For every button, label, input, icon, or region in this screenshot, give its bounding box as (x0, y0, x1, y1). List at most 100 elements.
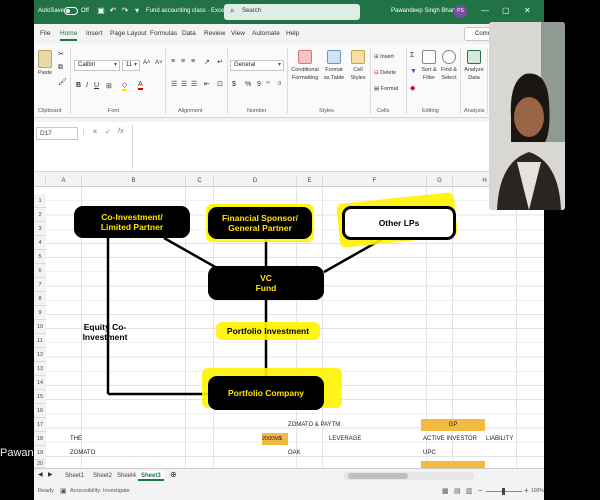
format-cells-button[interactable]: ▤ Format (374, 86, 398, 92)
accounting-format-icon[interactable]: $ (232, 81, 236, 88)
prev-sheet-icon[interactable]: ◀ (38, 471, 43, 478)
fill-color-icon[interactable]: ◇ (122, 81, 128, 91)
macro-record-icon[interactable]: ▣ (60, 487, 67, 495)
name-box-dropdown-icon[interactable]: ⋮ (80, 128, 87, 136)
find-select-button[interactable]: Find & Select (440, 50, 458, 82)
minimize-icon[interactable]: — (481, 6, 489, 15)
avatar[interactable]: PS (454, 5, 467, 18)
save-icon[interactable]: ▣ (96, 6, 106, 17)
horizontal-scrollbar[interactable] (344, 472, 474, 480)
tab-automate[interactable]: Automate (252, 30, 280, 37)
comma-style-icon[interactable]: 9 (257, 81, 261, 88)
tab-home[interactable]: Home (60, 30, 78, 41)
format-painter-icon[interactable]: 🖌 (58, 78, 67, 86)
copy-icon[interactable]: ⧉ (58, 64, 63, 72)
analyze-data-button[interactable]: Analyze Data (463, 50, 485, 82)
add-sheet-icon[interactable]: ⊕ (170, 470, 177, 479)
sheet-tab-sheet1[interactable]: Sheet1 (62, 471, 87, 481)
merge-center-icon[interactable]: ⊡ (217, 80, 223, 88)
sheet-tab-sheet2[interactable]: Sheet2 (90, 471, 115, 481)
borders-icon[interactable]: ⊞ (106, 82, 112, 90)
align-middle-icon[interactable]: ≡ (181, 58, 185, 65)
format-as-table-button[interactable]: Format as Table (322, 50, 346, 82)
decrease-decimal-icon[interactable]: .0 (277, 81, 281, 87)
increase-decimal-icon[interactable]: ⁰⁰ (266, 81, 270, 87)
cell-b18[interactable]: THE (70, 433, 82, 445)
tab-formulas[interactable]: Formulas (150, 30, 177, 37)
undo-icon[interactable]: ↶ (108, 6, 118, 17)
cell-e18[interactable]: 2000M$ (262, 433, 288, 445)
cell-f19[interactable]: OAK (288, 447, 301, 459)
tab-help[interactable]: Help (286, 30, 299, 37)
close-icon[interactable]: ✕ (524, 6, 531, 15)
page-break-view-icon[interactable]: ▥ (466, 487, 473, 495)
align-top-icon[interactable]: ≡ (171, 58, 175, 65)
align-center-icon[interactable]: ☰ (181, 80, 187, 88)
align-right-icon[interactable]: ☰ (191, 80, 197, 88)
wrap-text-icon[interactable]: ↵ (217, 58, 223, 66)
tab-view[interactable]: View (231, 30, 245, 37)
autosum-icon[interactable]: Σ (410, 52, 414, 59)
enter-icon[interactable]: ✓ (105, 128, 111, 136)
cell-h20[interactable] (421, 461, 485, 468)
font-size-select[interactable]: 11 (122, 60, 140, 71)
function-icon[interactable]: fx (118, 128, 123, 135)
underline-icon[interactable]: U (94, 82, 99, 89)
cell-h17[interactable]: GP (421, 419, 485, 431)
next-sheet-icon[interactable]: ▶ (48, 471, 53, 478)
scrollbar-thumb[interactable] (348, 473, 408, 479)
cell-styles-button[interactable]: Cell Styles (348, 50, 368, 82)
font-color-icon[interactable]: A (138, 81, 143, 90)
number-format-select[interactable]: General (230, 60, 284, 71)
conditional-formatting-button[interactable]: Conditional Formatting (290, 50, 320, 82)
zoom-slider-thumb[interactable] (502, 488, 505, 495)
cell-h18[interactable]: ACTIVE INVESTOR (423, 433, 477, 445)
cut-icon[interactable]: ✂ (58, 50, 64, 58)
autosave-toggle[interactable] (64, 7, 78, 15)
decrease-font-icon[interactable]: A˅ (155, 60, 163, 66)
cell-h19[interactable]: UPC (423, 447, 436, 459)
align-left-icon[interactable]: ☰ (171, 80, 177, 88)
increase-font-icon[interactable]: A˄ (143, 60, 151, 66)
worksheet-grid[interactable]: A B C D E F G H 1 2 3 4 5 6 7 8 9 10 11 … (34, 176, 544, 468)
normal-view-icon[interactable]: ▦ (442, 487, 449, 495)
accessibility-status[interactable]: Accessibility: Investigate (70, 488, 130, 494)
delete-cells-button[interactable]: ⊟ Delete (374, 70, 396, 76)
cell-b19[interactable]: ZOMATO (70, 447, 95, 459)
indent-icon[interactable]: ⇤ (204, 80, 210, 88)
zoom-level[interactable]: 100% (531, 488, 544, 494)
zoom-out-icon[interactable]: − (478, 486, 483, 495)
name-box[interactable]: D17 (36, 127, 78, 140)
cancel-icon[interactable]: ✕ (92, 128, 98, 136)
page-layout-view-icon[interactable]: ▤ (454, 487, 461, 495)
zoom-in-icon[interactable]: + (524, 486, 529, 495)
tab-review[interactable]: Review (204, 30, 225, 37)
align-bottom-icon[interactable]: ≡ (191, 58, 195, 65)
orientation-icon[interactable]: ↗ (204, 58, 210, 66)
italic-icon[interactable]: I (86, 82, 88, 89)
tab-page-layout[interactable]: Page Layout (110, 30, 147, 37)
maximize-icon[interactable]: ▢ (502, 6, 510, 15)
sort-filter-button[interactable]: Sort & Filter (420, 50, 438, 82)
sheet-tab-sheet3[interactable]: Sheet3 (138, 471, 164, 481)
cell-i18[interactable]: LIABILITY (486, 433, 513, 445)
zoom-slider[interactable] (486, 488, 522, 495)
cell-f17[interactable]: ZOMATO & PAYTM (288, 419, 340, 431)
tab-file[interactable]: File (40, 30, 50, 37)
excel-window: AutoSave Off ▣ ↶ ↷ ▾ Fund accounting cla… (34, 0, 544, 500)
search-box[interactable]: ⌕ Search (224, 4, 360, 20)
percent-icon[interactable]: % (245, 81, 251, 88)
clear-icon[interactable]: ◆ (410, 84, 415, 92)
tab-insert[interactable]: Insert (86, 30, 102, 37)
quick-access-dropdown-icon[interactable]: ▾ (132, 6, 142, 17)
tab-data[interactable]: Data (182, 30, 196, 37)
fill-icon[interactable]: ▼ (410, 68, 417, 75)
cell-f18[interactable]: LEVERAGE (329, 433, 361, 445)
font-name-select[interactable]: Calibri (74, 60, 120, 71)
sheet-tab-sheet4[interactable]: Sheet4 (114, 471, 139, 481)
bold-icon[interactable]: B (76, 82, 81, 89)
paste-button[interactable]: Paste (38, 50, 52, 76)
redo-icon[interactable]: ↷ (120, 6, 130, 17)
insert-cells-button[interactable]: ⊞ Insert (374, 54, 394, 60)
formula-input[interactable] (132, 125, 542, 169)
